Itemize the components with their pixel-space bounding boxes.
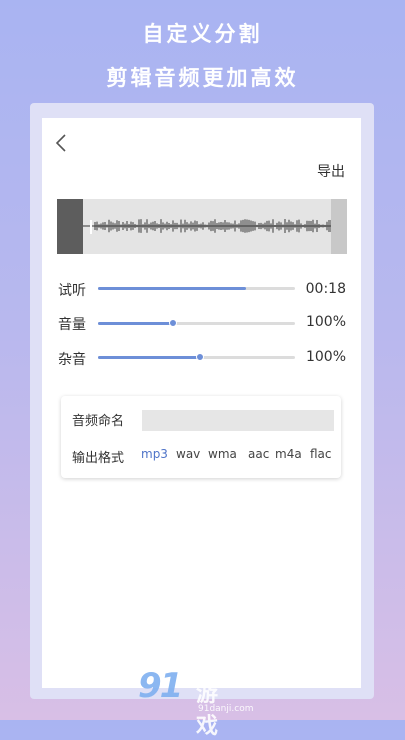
- trim-start-handle[interactable]: [57, 199, 83, 254]
- noise-label: 杂音: [58, 352, 86, 368]
- format-option-m4a[interactable]: m4a: [275, 447, 302, 461]
- noise-slider[interactable]: [98, 353, 295, 361]
- waveform: [57, 219, 347, 233]
- preview-slider[interactable]: [98, 287, 295, 290]
- promo-title: 自定义分割: [142, 22, 263, 46]
- volume-knob[interactable]: [168, 319, 177, 327]
- audio-name-label: 音频命名: [72, 414, 125, 429]
- preview-label: 试听: [58, 283, 86, 299]
- trim-end-handle[interactable]: [331, 199, 347, 254]
- noise-value: 100%: [305, 349, 346, 365]
- format-option-aac[interactable]: aac: [248, 447, 269, 461]
- watermark-logo: 91: [138, 666, 183, 706]
- noise-fill: [98, 356, 201, 359]
- volume-slider[interactable]: [98, 319, 295, 327]
- format-option-wma[interactable]: wma: [208, 447, 237, 461]
- preview-time: 00:18: [305, 281, 346, 297]
- format-option-mp3[interactable]: mp3: [141, 447, 168, 461]
- volume-value: 100%: [305, 314, 346, 330]
- audio-name-input[interactable]: [142, 410, 334, 431]
- export-button[interactable]: 导出: [317, 161, 345, 181]
- promo-subtitle: 剪辑音频更加高效: [106, 66, 299, 90]
- format-option-wav[interactable]: wav: [176, 447, 200, 461]
- output-format-label: 输出格式: [72, 451, 125, 466]
- watermark-url: 91danji.com: [198, 704, 254, 714]
- volume-fill: [98, 322, 173, 325]
- volume-label: 音量: [58, 317, 86, 333]
- format-option-flac[interactable]: flac: [310, 447, 332, 461]
- chevron-left-icon[interactable]: [54, 132, 68, 159]
- playhead-cursor[interactable]: [90, 220, 92, 234]
- preview-progress: [98, 287, 246, 290]
